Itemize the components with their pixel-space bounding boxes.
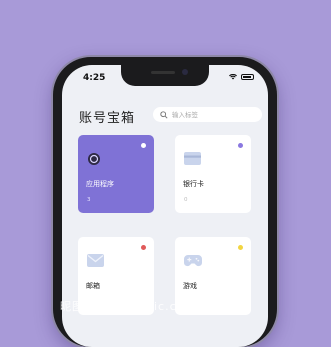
card-label: 游戏 [183, 282, 197, 290]
wifi-icon [229, 74, 237, 80]
status-dot [141, 245, 146, 250]
notch [121, 65, 209, 86]
card-label: 银行卡 [183, 180, 204, 188]
search-bar[interactable] [153, 107, 262, 122]
speaker [151, 71, 175, 74]
battery-icon [241, 74, 254, 80]
front-camera [182, 69, 188, 75]
category-card-bank[interactable]: 银行卡 0 [175, 135, 251, 213]
status-dot [238, 143, 243, 148]
card-label: 邮箱 [86, 282, 100, 290]
status-dot [238, 245, 243, 250]
category-card-apps[interactable]: 应用程序 3 [78, 135, 154, 213]
card-count: 0 [184, 197, 188, 203]
card-label: 应用程序 [86, 180, 114, 188]
status-time: 4:25 [83, 73, 106, 83]
status-icons [229, 74, 254, 80]
gamepad-icon [184, 255, 202, 267]
search-input[interactable] [172, 110, 252, 119]
status-dot [141, 143, 146, 148]
app-icon [88, 153, 100, 165]
bank-card-icon [184, 152, 201, 165]
mail-icon [87, 254, 104, 267]
search-icon [160, 110, 168, 119]
card-count: 3 [87, 197, 91, 203]
watermark: 昵图网 www.nipic.com [60, 300, 197, 313]
page-title: 账号宝箱 [79, 111, 136, 126]
